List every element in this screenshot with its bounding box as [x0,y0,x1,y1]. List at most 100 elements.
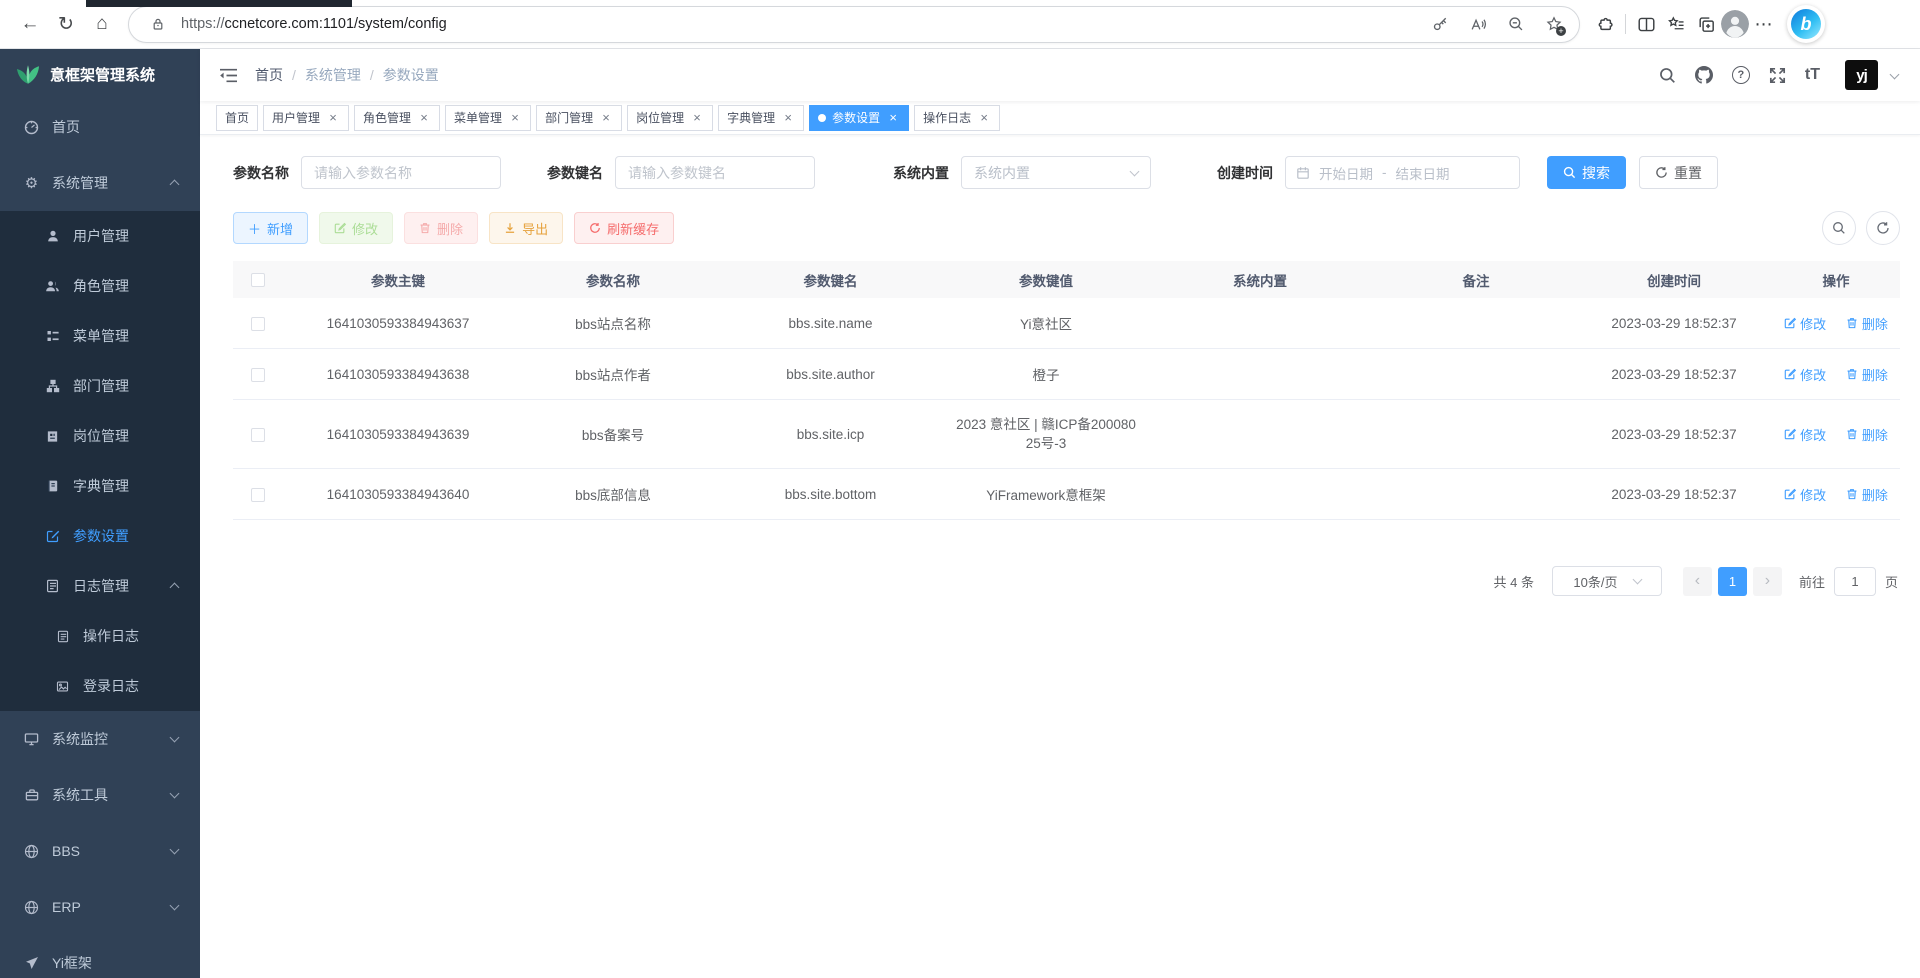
param-name-input[interactable] [301,156,501,189]
collections-icon[interactable] [1691,9,1721,39]
sidebar-item-log-mgmt[interactable]: 日志管理 [0,561,200,611]
close-icon[interactable]: × [977,110,991,125]
add-button[interactable]: ＋ 新增 [233,212,308,244]
next-page-button[interactable]: › [1753,567,1782,596]
sidebar-item-operation-log[interactable]: 操作日志 [0,611,200,661]
browser-profile-avatar[interactable] [1721,10,1749,38]
goto-page-input[interactable] [1834,567,1876,596]
tab-post-mgmt[interactable]: 岗位管理 × [627,105,713,131]
param-key-input[interactable] [615,156,815,189]
edit-button[interactable]: 修改 [319,212,393,244]
sidebar-item-param-settings[interactable]: 参数设置 [0,511,200,561]
close-icon[interactable]: × [417,110,431,125]
search-icon[interactable] [1659,67,1676,84]
close-icon[interactable]: × [326,110,340,125]
browser-refresh-button[interactable]: ↻ [48,6,84,42]
browser-settings-menu-icon[interactable]: ⋯ [1749,9,1779,39]
row-edit-link[interactable]: 修改 [1784,425,1826,444]
sidebar-item-dict-mgmt[interactable]: 字典管理 [0,461,200,511]
sidebar-item-role-mgmt[interactable]: 角色管理 [0,261,200,311]
breadcrumb-home[interactable]: 首页 [255,65,283,85]
browser-back-button[interactable]: ← [12,6,48,42]
tab-operation-log[interactable]: 操作日志 × [914,105,1000,131]
row-edit-link[interactable]: 修改 [1784,314,1826,333]
search-button[interactable]: 搜索 [1547,156,1626,189]
sidebar-item-home[interactable]: 首页 [0,99,200,155]
prev-page-button[interactable]: ‹ [1683,567,1712,596]
select-all-checkbox[interactable] [251,273,265,287]
refresh-table-button[interactable] [1866,211,1900,245]
tab-role-mgmt[interactable]: 角色管理 × [354,105,440,131]
favorites-bar-icon[interactable] [1661,9,1691,39]
sidebar-item-post-mgmt[interactable]: 岗位管理 [0,411,200,461]
dashboard-icon [23,120,40,135]
refresh-icon [1655,166,1668,179]
password-key-icon[interactable] [1425,9,1455,39]
tab-param-settings[interactable]: 参数设置 × [809,105,909,131]
row-delete-link[interactable]: 删除 [1846,314,1888,333]
tab-dept-mgmt[interactable]: 部门管理 × [536,105,622,131]
filter-param-name: 参数名称 [233,156,501,189]
user-avatar[interactable]: yj [1845,60,1878,90]
help-icon[interactable]: ? [1732,66,1750,84]
log-icon [44,579,61,593]
row-checkbox[interactable] [251,428,265,442]
download-icon [504,222,516,234]
row-checkbox[interactable] [251,488,265,502]
bing-discover-icon[interactable]: b [1787,5,1825,43]
sidebar-item-bbs[interactable]: BBS [0,823,200,879]
extensions-icon[interactable] [1590,9,1620,39]
row-delete-link[interactable]: 删除 [1846,425,1888,444]
export-button[interactable]: 导出 [489,212,563,244]
row-delete-link[interactable]: 删除 [1846,365,1888,384]
row-checkbox[interactable] [251,368,265,382]
chevron-down-icon [1130,166,1140,176]
close-icon[interactable]: × [508,110,522,125]
close-icon[interactable]: × [781,110,795,125]
sidebar-item-yi-framework[interactable]: Yi框架 [0,935,200,978]
start-date-placeholder[interactable]: 开始日期 [1319,163,1373,183]
font-size-icon[interactable]: tT [1805,66,1820,84]
page-size-select[interactable]: 10条/页 [1552,566,1662,596]
sidebar-item-menu-mgmt[interactable]: 菜单管理 [0,311,200,361]
close-icon[interactable]: × [886,110,900,125]
row-edit-link[interactable]: 修改 [1784,365,1826,384]
tab-user-mgmt[interactable]: 用户管理 × [263,105,349,131]
sidebar-item-label: 岗位管理 [73,426,129,446]
fullscreen-icon[interactable] [1769,67,1786,84]
edit-link-label: 修改 [1800,485,1826,504]
delete-button[interactable]: 删除 [404,212,478,244]
date-range-picker[interactable]: 开始日期 - 结束日期 [1285,156,1520,189]
sidebar-collapse-icon[interactable] [215,62,241,88]
builtin-select[interactable]: 系统内置 [961,156,1151,189]
tab-menu-mgmt[interactable]: 菜单管理 × [445,105,531,131]
sidebar-item-system-tools[interactable]: 系统工具 [0,767,200,823]
github-icon[interactable] [1695,66,1713,84]
read-aloud-icon[interactable] [1463,9,1493,39]
sidebar-item-system-monitor[interactable]: 系统监控 [0,711,200,767]
browser-home-button[interactable]: ⌂ [84,6,120,42]
zoom-out-icon[interactable] [1501,9,1531,39]
close-icon[interactable]: × [599,110,613,125]
send-icon [23,956,40,970]
favorite-star-icon[interactable]: + [1539,9,1569,39]
sidebar-item-system-mgmt[interactable]: ⚙ 系统管理 [0,155,200,211]
reset-button[interactable]: 重置 [1639,156,1718,189]
sidebar-item-user-mgmt[interactable]: 用户管理 [0,211,200,261]
end-date-placeholder[interactable]: 结束日期 [1396,163,1450,183]
row-edit-link[interactable]: 修改 [1784,485,1826,504]
refresh-cache-button[interactable]: 刷新缓存 [574,212,674,244]
sidebar-item-erp[interactable]: ERP [0,879,200,935]
row-checkbox[interactable] [251,317,265,331]
chevron-down-icon[interactable] [1890,69,1900,79]
show-search-button[interactable] [1822,211,1856,245]
close-icon[interactable]: × [690,110,704,125]
tab-dict-mgmt[interactable]: 字典管理 × [718,105,804,131]
row-delete-link[interactable]: 删除 [1846,485,1888,504]
page-1-button[interactable]: 1 [1718,567,1747,596]
sidebar-item-login-log[interactable]: 登录日志 [0,661,200,711]
tab-home[interactable]: 首页 [216,105,258,131]
sidebar-item-dept-mgmt[interactable]: 部门管理 [0,361,200,411]
address-bar[interactable]: https://ccnetcore.com:1101/system/config… [128,6,1580,43]
split-screen-icon[interactable] [1631,9,1661,39]
